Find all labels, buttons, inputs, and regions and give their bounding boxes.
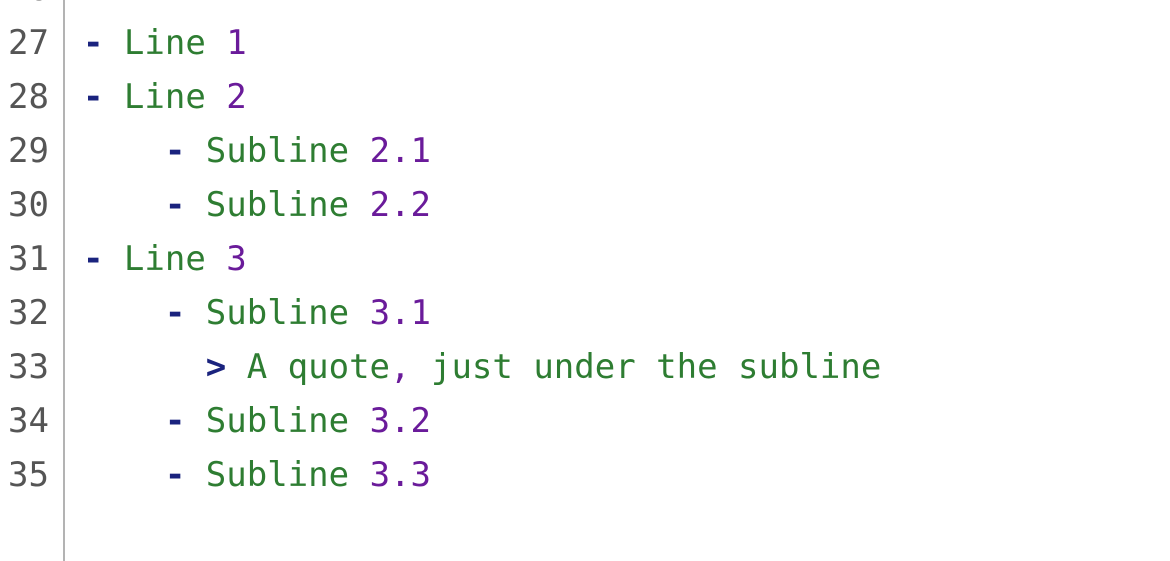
token-num: 1 [411, 293, 431, 333]
code-line[interactable]: - Subline 2.2 [83, 178, 881, 232]
token-indent [83, 347, 206, 387]
token-num: 1 [226, 23, 246, 63]
token-comma: , [390, 347, 431, 387]
line-number: 30 [8, 178, 49, 232]
token-dash: - [83, 239, 124, 279]
code-line[interactable]: - Line 2 [83, 70, 881, 124]
token-word: A quote [247, 347, 390, 387]
line-number: 28 [8, 70, 49, 124]
token-dot: . [390, 185, 410, 225]
token-word: Line [124, 23, 226, 63]
code-editor[interactable]: 26272829303132333435 - Line 1- Line 2 - … [0, 0, 1170, 561]
token-gt: > [206, 347, 247, 387]
token-word: Line [124, 77, 226, 117]
token-dot: . [390, 131, 410, 171]
token-word: Line [124, 239, 226, 279]
token-word: Subline [206, 455, 370, 495]
token-num: 3 [370, 401, 390, 441]
token-num: 2 [370, 131, 390, 171]
line-number: 33 [8, 340, 49, 394]
token-num: 1 [411, 131, 431, 171]
token-dash: - [165, 185, 206, 225]
line-number: 32 [8, 286, 49, 340]
code-line[interactable]: - Subline 3.2 [83, 394, 881, 448]
token-word: Subline [206, 401, 370, 441]
line-number: 27 [8, 16, 49, 70]
code-area[interactable]: - Line 1- Line 2 - Subline 2.1 - Subline… [65, 0, 881, 561]
token-indent [83, 293, 165, 333]
token-indent [83, 185, 165, 225]
code-line[interactable]: - Subline 3.1 [83, 286, 881, 340]
code-line[interactable]: - Line 1 [83, 16, 881, 70]
line-number-gutter: 26272829303132333435 [0, 0, 65, 561]
token-word: Subline [206, 293, 370, 333]
token-num: 2 [411, 401, 431, 441]
line-number: 31 [8, 232, 49, 286]
token-num: 2 [226, 77, 246, 117]
code-line[interactable]: - Subline 3.3 [83, 448, 881, 502]
token-dash: - [83, 23, 124, 63]
token-indent [83, 455, 165, 495]
token-dash: - [165, 131, 206, 171]
line-number: 34 [8, 394, 49, 448]
line-number: 35 [8, 448, 49, 502]
line-number: 26 [8, 0, 49, 16]
token-num: 3 [226, 239, 246, 279]
token-word: Subline [206, 131, 370, 171]
code-line[interactable]: > A quote, just under the subline [83, 340, 881, 394]
token-indent [83, 131, 165, 171]
token-dot: . [390, 293, 410, 333]
code-line[interactable]: - Line 3 [83, 232, 881, 286]
token-num: 2 [411, 185, 431, 225]
token-indent [83, 401, 165, 441]
line-number: 29 [8, 124, 49, 178]
token-num: 3 [411, 455, 431, 495]
token-dot: . [390, 401, 410, 441]
code-line[interactable]: - Subline 2.1 [83, 124, 881, 178]
token-dash: - [83, 77, 124, 117]
token-dash: - [165, 401, 206, 441]
token-word: Subline [206, 185, 370, 225]
code-line[interactable] [83, 0, 881, 16]
token-dot: . [390, 455, 410, 495]
token-num: 2 [370, 185, 390, 225]
token-num: 3 [370, 455, 390, 495]
token-rest: just under the subline [431, 347, 881, 387]
token-dash: - [165, 455, 206, 495]
token-dash: - [165, 293, 206, 333]
token-num: 3 [370, 293, 390, 333]
